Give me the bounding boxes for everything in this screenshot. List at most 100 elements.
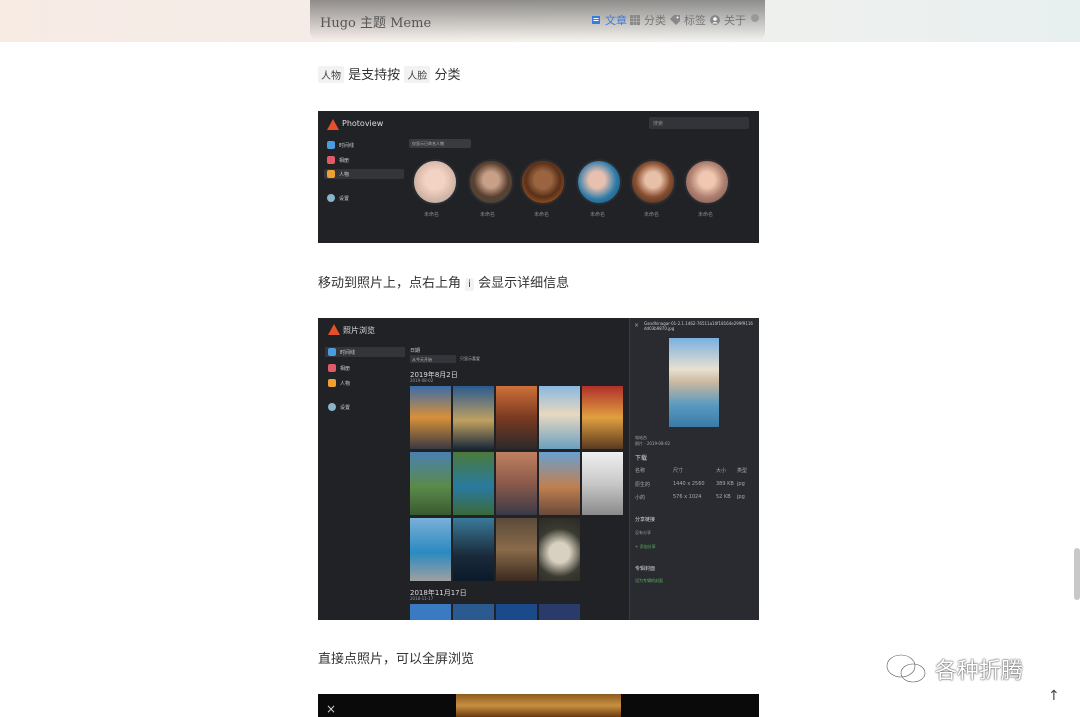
- set-album-cover-button[interactable]: 设为专辑的封面: [635, 578, 663, 584]
- photo-thumbnail[interactable]: [410, 518, 451, 581]
- detail-date-value: 照片 · 2019-08-02: [635, 441, 671, 446]
- photo-thumbnail[interactable]: [539, 452, 580, 515]
- label: 相册: [340, 365, 351, 372]
- search-input[interactable]: 搜索: [649, 117, 749, 129]
- detail-preview-image: [669, 338, 719, 427]
- site-title[interactable]: Hugo 主题 Meme: [320, 12, 431, 31]
- paragraph-fullscreen: 直接点照片，可以全屏浏览: [318, 648, 474, 667]
- share-none: 没有分享: [635, 530, 651, 535]
- face-avatar[interactable]: [520, 159, 566, 205]
- face-label: 未命名: [644, 212, 660, 218]
- photo-thumbnail[interactable]: [539, 518, 580, 581]
- paragraph-people: 人物 是支持按 人脸 分类: [318, 64, 460, 83]
- photoview-logo-icon: [327, 119, 339, 130]
- wechat-icon: [885, 653, 927, 684]
- nav-item-about[interactable]: 关于: [710, 12, 746, 28]
- text: 分类: [434, 68, 461, 83]
- app-name: 照片浏览: [343, 326, 375, 335]
- photo-thumbnail-selected[interactable]: [539, 386, 580, 449]
- sidebar-item-albums[interactable]: 相册: [328, 363, 350, 373]
- page-scrollbar[interactable]: [1074, 548, 1080, 600]
- nav-item-tags[interactable]: 标签: [670, 12, 706, 28]
- face-avatar[interactable]: [630, 159, 676, 205]
- add-share-button[interactable]: + 添加分享: [635, 544, 656, 550]
- album-cover-title: 专辑封面: [635, 566, 656, 572]
- grid-icon: [630, 15, 640, 25]
- back-to-top-icon[interactable]: ↑: [1048, 688, 1060, 704]
- photo-thumbnail[interactable]: [496, 452, 537, 515]
- download-type: jpg: [737, 494, 745, 500]
- timeline-icon: [328, 348, 336, 356]
- photo-thumbnail[interactable]: [453, 452, 494, 515]
- face-avatar[interactable]: [412, 159, 458, 205]
- close-icon[interactable]: ×: [634, 322, 639, 329]
- watermark-text: 各种折腾: [935, 659, 1024, 684]
- close-icon[interactable]: ×: [326, 702, 336, 716]
- screenshot-timeline-view[interactable]: 照片浏览 时间线 相册 人物 设置 日期 从今天开始 只显示喜爱 2019年8月…: [318, 318, 759, 620]
- table-header: 类型: [737, 468, 748, 474]
- detail-filename: Gandhinagar-01-2.1.1462-76511a10f18164e2…: [644, 321, 753, 331]
- album-icon: [328, 364, 336, 372]
- sidebar-item-albums[interactable]: 相册: [327, 155, 349, 165]
- face-avatar[interactable]: [684, 159, 730, 205]
- gear-icon: [328, 403, 336, 411]
- face-label: 未命名: [480, 212, 496, 218]
- article-icon: [592, 16, 600, 24]
- sidebar-item-timeline[interactable]: 时间线: [325, 347, 405, 357]
- tag-icon: [670, 15, 680, 25]
- face-avatar[interactable]: [468, 159, 514, 205]
- table-header: 名称: [635, 468, 646, 474]
- album-icon: [327, 156, 335, 164]
- screenshot-people-view[interactable]: Photoview 搜索 时间线 相册 人物 设置 仅显示已命名人物 未命名 未…: [318, 111, 759, 243]
- people-icon: [328, 379, 336, 387]
- label: 人物: [339, 171, 350, 178]
- sidebar-item-settings[interactable]: 设置: [327, 193, 349, 203]
- app-name: Photoview: [342, 119, 384, 128]
- inline-code-info: i: [465, 278, 474, 291]
- photo-thumbnail[interactable]: [410, 452, 451, 515]
- user-icon: [710, 15, 720, 25]
- paragraph-hover-info: 移动到照片上，点右上角 i 会显示详细信息: [318, 272, 569, 291]
- date-filter-select[interactable]: 从今天开始: [410, 355, 456, 363]
- nav-item-articles[interactable]: 文章: [591, 12, 627, 28]
- face-label: 未命名: [534, 212, 550, 218]
- photo-thumbnail[interactable]: [410, 386, 451, 449]
- photo-thumbnail[interactable]: [453, 604, 494, 620]
- photo-thumbnail[interactable]: [496, 604, 537, 620]
- photo-thumbnail[interactable]: [539, 604, 580, 620]
- date-subheading: 2019-08-02: [410, 378, 434, 383]
- named-only-toggle[interactable]: 仅显示已命名人物: [409, 139, 471, 148]
- download-bytes: 52 KB: [716, 494, 731, 500]
- sidebar-item-people[interactable]: 人物: [328, 378, 350, 388]
- photo-thumbnail[interactable]: [453, 386, 494, 449]
- table-header: 尺寸: [673, 468, 684, 474]
- photo-thumbnail[interactable]: [582, 386, 623, 449]
- screenshot-fullscreen-view[interactable]: ×: [318, 694, 759, 717]
- nav-item-categories[interactable]: 分类: [630, 12, 666, 28]
- label: 相册: [339, 157, 350, 164]
- label: 时间线: [339, 142, 355, 149]
- sidebar-item-people[interactable]: 人物: [324, 169, 404, 179]
- table-header: 大小: [716, 468, 727, 474]
- photo-thumbnail[interactable]: [582, 452, 623, 515]
- date-subheading: 2018-11-17: [410, 596, 434, 601]
- fullscreen-photo[interactable]: [456, 694, 621, 717]
- article-content: 人物 是支持按 人脸 分类 Photoview 搜索 时间线 相册 人物 设置 …: [0, 42, 1080, 717]
- download-bytes: 389 KB: [716, 481, 734, 487]
- photo-thumbnail[interactable]: [453, 518, 494, 581]
- photo-thumbnail[interactable]: [496, 518, 537, 581]
- download-name[interactable]: 小的: [635, 494, 645, 501]
- download-name[interactable]: 原生的: [635, 481, 650, 488]
- download-size: 576 x 1024: [673, 494, 702, 500]
- favorites-checkbox[interactable]: 只显示喜爱: [460, 356, 480, 362]
- face-avatar[interactable]: [576, 159, 622, 205]
- wechat-watermark: 各种折腾: [885, 652, 1023, 686]
- sidebar-item-settings[interactable]: 设置: [328, 402, 350, 412]
- face-label: 未命名: [424, 212, 440, 218]
- label: 人物: [340, 380, 351, 387]
- theme-toggle-icon[interactable]: [750, 13, 760, 23]
- nav-label: 分类: [644, 14, 666, 27]
- sidebar-item-timeline[interactable]: 时间线: [327, 140, 354, 150]
- photo-thumbnail[interactable]: [410, 604, 451, 620]
- photo-thumbnail[interactable]: [496, 386, 537, 449]
